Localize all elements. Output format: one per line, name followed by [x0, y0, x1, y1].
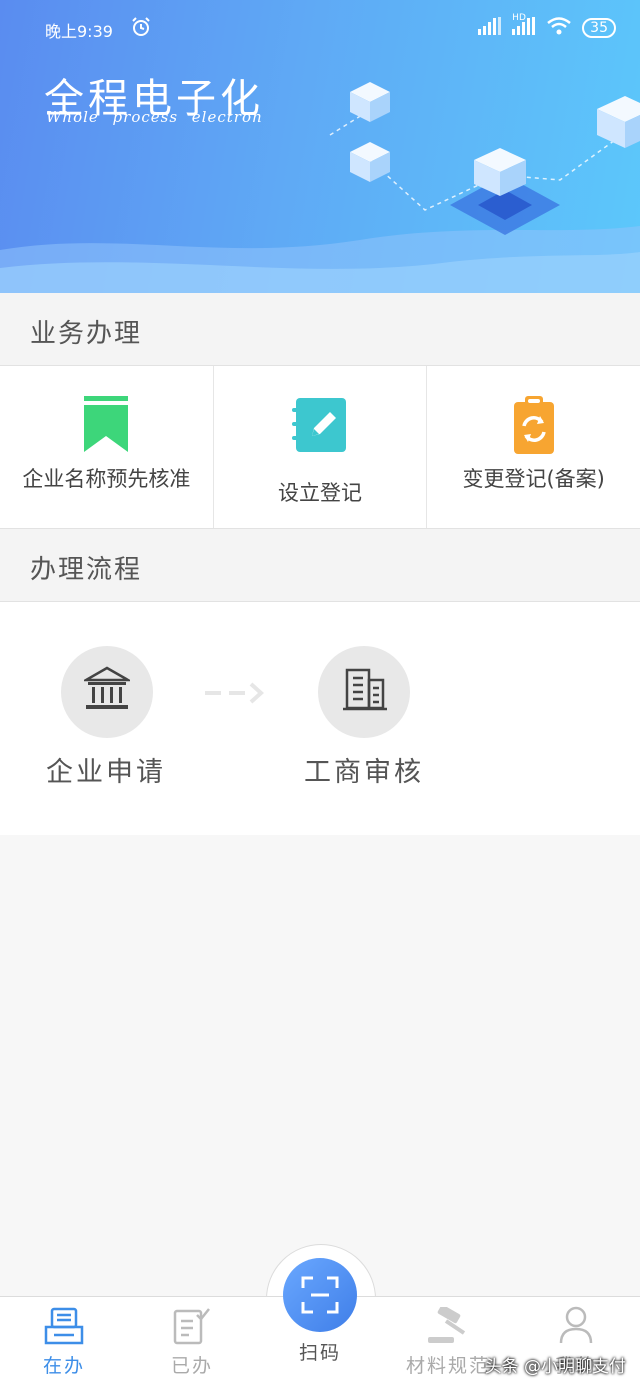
printer-tray-icon [44, 1307, 84, 1349]
nav-item-in-progress[interactable]: 在办 [0, 1297, 128, 1388]
clipboard-refresh-icon [512, 396, 556, 460]
nav-label: 已办 [170, 1355, 213, 1377]
process-heading: 办理流程 [30, 555, 143, 585]
business-grid: 企业名称预先核准 设立登记 变更登记(备案) [0, 366, 640, 529]
status-time: 晚上9:39 [45, 22, 113, 41]
business-item-establish[interactable]: 设立登记 [214, 366, 428, 528]
business-item-label: 企业名称预先核准 [22, 467, 191, 491]
status-bar: 晚上9:39 HD 35 [0, 13, 640, 44]
edit-note-icon [292, 396, 348, 458]
signal-icon [478, 17, 502, 39]
battery-indicator: 35 [582, 18, 616, 38]
wifi-icon [546, 16, 572, 40]
nav-label: 在办 [42, 1355, 85, 1377]
gavel-icon [424, 1304, 472, 1349]
scan-button[interactable] [283, 1258, 357, 1332]
business-item-label: 变更登记(备案) [462, 467, 605, 491]
network-label: HD [512, 13, 526, 23]
business-item-label: 设立登记 [278, 481, 362, 505]
process-step-apply-icon-wrap [61, 646, 153, 738]
business-item-change[interactable]: 变更登记(备案) [427, 366, 640, 528]
checklist-icon [173, 1307, 211, 1349]
scan-icon [301, 1276, 339, 1318]
process-step-label: 工商审核 [304, 757, 424, 788]
arrow-right-icon [205, 682, 267, 708]
scan-label[interactable]: 扫码 [270, 1338, 370, 1365]
banner-subtitle: Whole process electron [46, 108, 263, 126]
process-step-review-icon-wrap [318, 646, 410, 738]
nav-item-done[interactable]: 已办 [128, 1297, 256, 1388]
bank-icon [81, 666, 133, 716]
business-heading: 业务办理 [30, 319, 143, 349]
process-flow: 企业申请 工商审核 [0, 602, 640, 835]
business-item-name-approval[interactable]: 企业名称预先核准 [0, 366, 214, 528]
watermark: 头条 @小明聊支付 [484, 1357, 626, 1377]
user-icon [558, 1305, 594, 1349]
signal-hd-icon: HD [512, 13, 536, 39]
header-banner: 晚上9:39 HD 35 全程电子化 Whole process electro… [0, 0, 640, 293]
bookmark-icon [82, 396, 130, 458]
process-section-header: 办理流程 [0, 529, 640, 602]
alarm-icon [130, 16, 152, 42]
process-step-label: 企业申请 [46, 757, 166, 788]
building-icon [343, 666, 387, 716]
business-section-header: 业务办理 [0, 293, 640, 366]
